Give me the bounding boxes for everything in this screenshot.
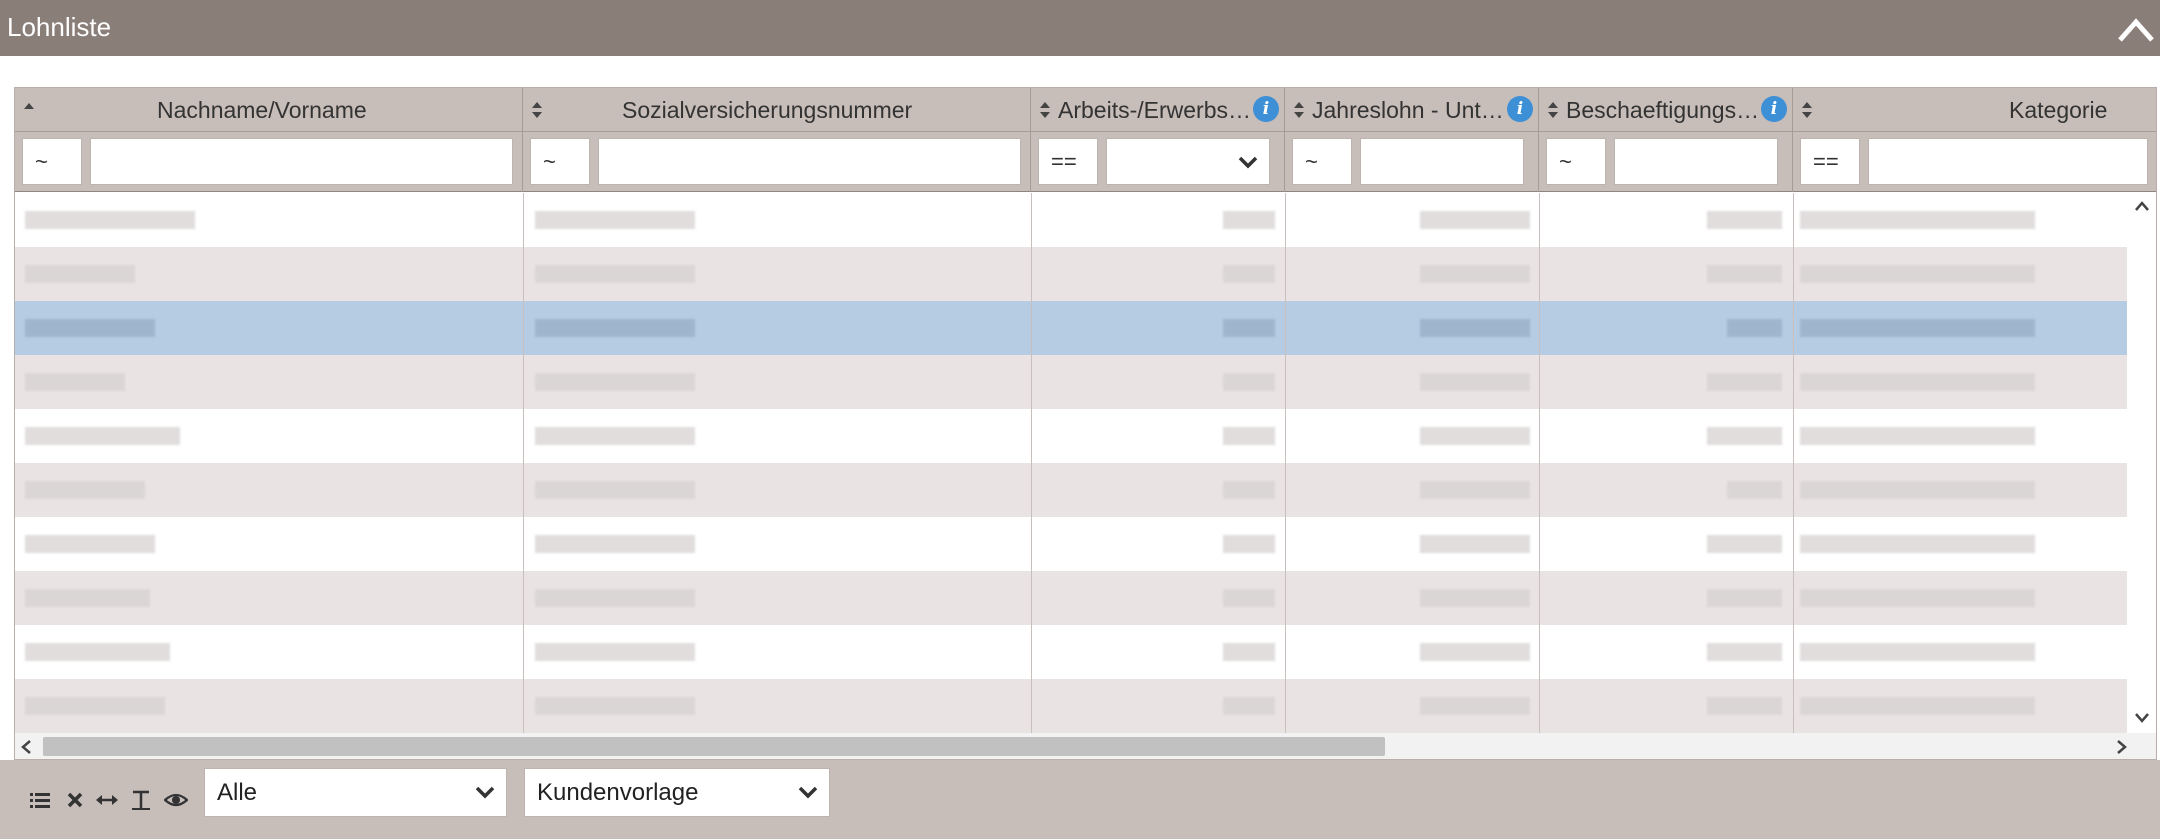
info-icon[interactable]: i (1761, 96, 1787, 122)
eye-icon[interactable] (164, 788, 188, 812)
column-header-beschaeftigung[interactable]: Beschaeftigungs… i (1539, 88, 1793, 132)
sort-icon[interactable] (1039, 101, 1051, 119)
filter-operator[interactable]: ~ (530, 138, 590, 185)
column-header-label: Beschaeftigungs… (1566, 97, 1760, 123)
table-row[interactable] (15, 517, 2127, 571)
row-filter-select[interactable]: Alle (204, 768, 507, 817)
column-header-label: Nachname/Vorname (157, 97, 367, 123)
grid-filter-row: ~ ~ == ~ ~ == (15, 132, 2156, 192)
grid-footer-toolbar: Alle Kundenvorlage (0, 760, 2160, 839)
scroll-left-icon[interactable] (19, 739, 33, 755)
filter-cell: ~ (1539, 132, 1793, 192)
filter-cell: == (1031, 132, 1285, 192)
column-header-label: Kategorie (2009, 97, 2108, 123)
filter-cell: ~ (1285, 132, 1539, 192)
list-icon[interactable] (28, 788, 52, 812)
column-header-svnr[interactable]: Sozialversicherungsnummer (523, 88, 1031, 132)
template-value: Kundenvorlage (537, 779, 699, 806)
clear-filter-icon[interactable] (63, 788, 87, 812)
filter-cell: == (1793, 132, 2156, 192)
vertical-scrollbar[interactable] (2127, 193, 2156, 733)
column-header-name[interactable]: Nachname/Vorname (15, 88, 523, 132)
column-header-jahreslohn[interactable]: Jahreslohn - Unt… i (1285, 88, 1539, 132)
table-row[interactable] (15, 679, 2127, 733)
sort-asc-icon[interactable] (23, 101, 35, 119)
sort-icon[interactable] (1547, 101, 1559, 119)
grid-header-row: Nachname/Vorname Sozialversicherungsnumm… (15, 88, 2156, 132)
scroll-right-icon[interactable] (2115, 739, 2129, 755)
filter-input-kategorie[interactable] (1868, 138, 2148, 185)
table-row[interactable] (15, 625, 2127, 679)
table-row[interactable] (15, 247, 2127, 301)
panel-title: Lohnliste (7, 12, 112, 42)
table-row[interactable] (15, 409, 2127, 463)
payroll-grid: Nachname/Vorname Sozialversicherungsnumm… (14, 87, 2157, 760)
filter-input-jahreslohn[interactable] (1360, 138, 1524, 185)
filter-select-arbeits[interactable] (1106, 138, 1270, 185)
scrollbar-thumb[interactable] (43, 737, 1385, 756)
scroll-up-icon[interactable] (2134, 199, 2150, 213)
table-row[interactable] (15, 571, 2127, 625)
filter-input-name[interactable] (90, 138, 513, 185)
table-row[interactable] (15, 463, 2127, 517)
filter-cell: ~ (523, 132, 1031, 192)
table-row[interactable] (15, 355, 2127, 409)
filter-operator[interactable]: == (1800, 138, 1860, 185)
column-divider (523, 193, 524, 733)
text-format-icon[interactable] (129, 788, 153, 812)
table-row-selected[interactable] (15, 301, 2127, 355)
row-filter-value: Alle (217, 779, 258, 806)
info-icon[interactable]: i (1507, 96, 1533, 122)
chevron-down-icon (1238, 156, 1258, 169)
chevron-down-icon (798, 786, 818, 799)
sort-icon[interactable] (1293, 101, 1305, 119)
filter-input-svnr[interactable] (598, 138, 1021, 185)
filter-cell: ~ (15, 132, 523, 192)
column-header-label: Arbeits-/Erwerbs… (1058, 97, 1251, 123)
chevron-up-icon[interactable] (2116, 10, 2156, 46)
fit-columns-icon[interactable] (95, 788, 119, 812)
column-header-label: Jahreslohn - Unt… (1312, 97, 1504, 123)
filter-operator[interactable]: ~ (1546, 138, 1606, 185)
column-divider (1031, 193, 1032, 733)
filter-operator[interactable]: == (1038, 138, 1098, 185)
table-row[interactable] (15, 193, 2127, 247)
column-divider (1793, 193, 1794, 733)
sort-icon[interactable] (1801, 101, 1813, 119)
info-icon[interactable]: i (1253, 96, 1279, 122)
scroll-down-icon[interactable] (2134, 711, 2150, 725)
filter-operator[interactable]: ~ (22, 138, 82, 185)
horizontal-scrollbar[interactable] (15, 733, 2156, 759)
sort-icon[interactable] (531, 101, 543, 119)
template-select[interactable]: Kundenvorlage (524, 768, 830, 817)
chevron-down-icon (475, 786, 495, 799)
column-header-label: Sozialversicherungsnummer (622, 97, 913, 123)
column-header-kategorie[interactable]: Kategorie (1793, 88, 2156, 132)
column-divider (1539, 193, 1540, 733)
filter-input-beschaeftigung[interactable] (1614, 138, 1778, 185)
grid-body (15, 193, 2127, 733)
column-header-arbeits[interactable]: Arbeits-/Erwerbs… i (1031, 88, 1285, 132)
panel-title-bar: Lohnliste (0, 0, 2160, 56)
filter-operator[interactable]: ~ (1292, 138, 1352, 185)
column-divider (1285, 193, 1286, 733)
